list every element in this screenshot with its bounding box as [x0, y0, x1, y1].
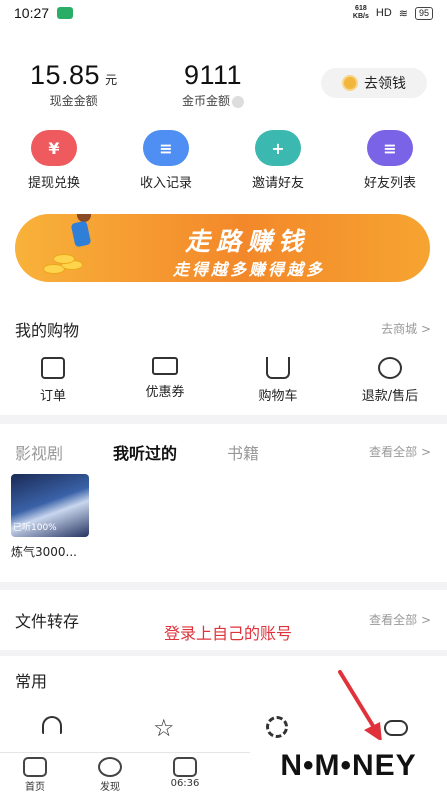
status-time: 10:27	[14, 5, 50, 21]
annotation-text: 登录上自己的账号	[164, 624, 293, 643]
media-title[interactable]: 炼气3000...	[11, 543, 77, 560]
calendar-check-icon	[173, 757, 197, 777]
view-all-files-link[interactable]: 查看全部 >	[369, 611, 431, 628]
nav-label: 发现	[100, 782, 120, 792]
home-icon	[23, 757, 47, 777]
quick-label: 收入记录	[139, 176, 192, 191]
banner-title: 走路赚钱	[185, 227, 310, 256]
star-icon[interactable]: ☆	[153, 716, 179, 740]
listen-progress-caption: 已听100%	[13, 523, 57, 533]
quick-friend-list[interactable]: ≡ 好友列表	[342, 130, 438, 191]
go-mall-link[interactable]: 去商城 >	[381, 320, 431, 337]
cash-unit: 元	[105, 73, 118, 87]
quick-label: 邀请好友	[251, 176, 304, 191]
coupon-icon	[152, 357, 178, 375]
record-list-icon: ≡	[143, 130, 189, 166]
network-speed: 618 KB/s	[352, 5, 369, 20]
coin-stat[interactable]: 9111 金币金额	[182, 60, 245, 109]
common-title: 常用	[15, 672, 48, 691]
nav-home[interactable]: 首页	[5, 757, 65, 792]
nav-label: 首页	[25, 782, 45, 792]
cash-label: 现金金额	[49, 94, 98, 108]
refund-button[interactable]: 退款/售后	[334, 357, 446, 404]
watermark-logo: N•M•NEY	[250, 740, 447, 792]
cart-button[interactable]: 购物车	[222, 357, 334, 404]
bell-icon[interactable]	[42, 716, 68, 740]
order-button[interactable]: 订单	[0, 357, 109, 404]
tab-tv-series[interactable]: 影视剧	[15, 440, 63, 464]
view-all-media-link[interactable]: 查看全部 >	[369, 443, 431, 460]
coin-value: 9111	[183, 60, 243, 90]
signal-label: HD	[375, 7, 392, 19]
coupon-button[interactable]: 优惠券	[109, 357, 221, 400]
compass-icon	[98, 757, 122, 777]
coin-label: 金币金额	[182, 94, 231, 108]
nav-discover[interactable]: 发现	[80, 757, 140, 792]
annotation-arrow	[338, 670, 382, 742]
tab-listened[interactable]: 我听过的	[113, 440, 177, 464]
quick-withdraw[interactable]: ¥ 提现兑换	[6, 130, 102, 191]
order-icon	[41, 357, 65, 379]
bottom-navigation: 首页 发现 06:36	[0, 752, 250, 792]
cash-value: 15.85	[30, 60, 101, 90]
cart-icon	[266, 357, 290, 379]
watermark-text: N•M•NEY	[280, 749, 417, 782]
status-bar: 10:27 618 KB/s HD ≋ 95	[0, 0, 447, 26]
shopping-title: 我的购物	[15, 321, 80, 340]
battery-icon: 95	[414, 6, 433, 20]
wechat-icon	[57, 7, 74, 19]
nav-checkin[interactable]: 06:36	[155, 757, 215, 789]
tab-books[interactable]: 书籍	[227, 440, 259, 464]
help-icon[interactable]	[232, 95, 245, 108]
banner-subtitle: 走得越多赚得越多	[173, 260, 326, 279]
coin-icon	[342, 75, 358, 91]
coin-stack-illustration	[43, 254, 91, 276]
shop-item-label: 订单	[39, 389, 66, 404]
status-indicators: 618 KB/s HD ≋ 95	[353, 5, 433, 21]
earn-money-label: 去领钱	[364, 76, 406, 92]
media-tabs: 影视剧 我听过的 书籍	[15, 440, 259, 464]
walk-earn-banner[interactable]: 走路赚钱 走得越多赚得越多	[15, 214, 430, 282]
friend-list-icon: ≡	[367, 130, 413, 166]
invite-friend-icon: +	[255, 130, 301, 166]
shop-item-label: 购物车	[258, 389, 298, 404]
shop-item-label: 优惠券	[145, 385, 185, 400]
file-transfer-title: 文件转存	[15, 612, 80, 631]
cash-stat[interactable]: 15.85 元 现金金额	[30, 60, 117, 109]
refund-icon	[378, 357, 402, 379]
quick-income-record[interactable]: ≡ 收入记录	[118, 130, 214, 191]
shop-item-label: 退款/售后	[361, 389, 419, 404]
media-cover-thumbnail[interactable]: 已听100%	[11, 474, 89, 537]
gear-icon[interactable]	[266, 716, 292, 740]
quick-label: 好友列表	[363, 176, 416, 191]
wifi-icon: ≋	[398, 7, 408, 20]
earn-money-button[interactable]: 去领钱	[321, 68, 427, 98]
quick-invite-friend[interactable]: + 邀请好友	[230, 130, 326, 191]
nav-label: 06:36	[170, 778, 200, 789]
quick-label: 提现兑换	[27, 176, 80, 191]
yuan-coin-icon: ¥	[31, 130, 77, 166]
